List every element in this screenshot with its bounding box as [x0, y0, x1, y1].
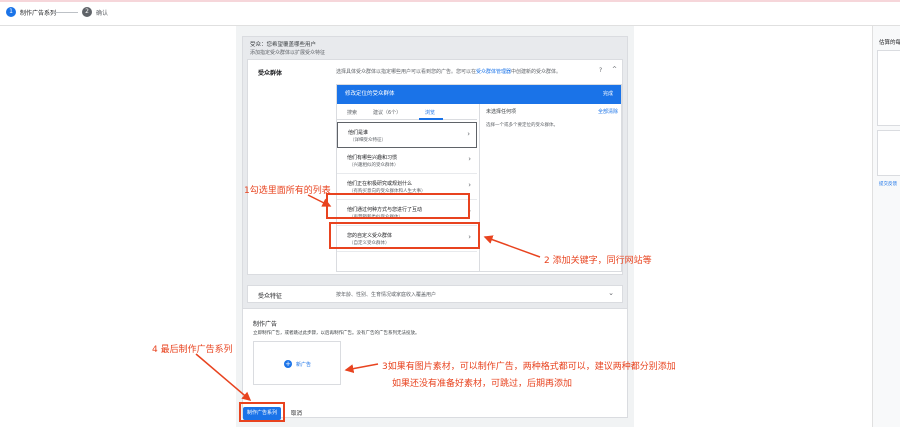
plus-icon: +	[284, 360, 292, 368]
tab-browse[interactable]: 浏览	[425, 109, 435, 116]
estimate-box	[877, 130, 900, 176]
segments-description: 选择具体受众群体以指定哪些用户可以看到您的广告。您可以在受众群体管理器中创建新的…	[336, 68, 561, 75]
item-subtitle: （详细受众特征）	[350, 138, 386, 143]
new-ad-label: 新广告	[296, 362, 312, 368]
step-label: 制作广告系列	[20, 9, 57, 17]
ads-title: 制作广告	[253, 321, 278, 328]
step-number: 2	[82, 7, 92, 17]
annotation-3-line2: 如果还没有准备好素材，可跳过，后期再添加	[392, 379, 573, 389]
demographics-description: 按年龄、性别、生育情况或家庭收入覆盖用户	[336, 292, 437, 298]
segments-desc-text: 选择具体受众群体以指定哪些用户可以看到您的广告。您可以在	[336, 69, 477, 75]
list-item-interests[interactable]: 他们有哪些兴趣和习惯 （兴趣相似的受众群体） ›	[337, 148, 477, 174]
audience-title: 受众：您希望覆盖哪些用户	[250, 42, 317, 48]
annotation-3-line1: 3如果有图片素材，可以制作广告，两种格式都可以，建议两种都分别添加	[382, 362, 676, 372]
demographics-row[interactable]: 受众特征 按年龄、性别、生育情况或家庭收入覆盖用户 ⌄	[247, 285, 623, 303]
selected-hint: 选择一个或多个要定位的受众群体。	[486, 123, 558, 128]
tab-search[interactable]: 搜索	[347, 109, 357, 116]
picker-header: 修改定位的受众群体 完成	[337, 85, 621, 104]
progress-header: 1 制作广告系列 2 确认	[0, 0, 900, 26]
cancel-button[interactable]: 取消	[291, 409, 302, 417]
step-create-campaign[interactable]: 1 制作广告系列	[6, 7, 56, 17]
segments-label: 受众群体	[258, 70, 283, 77]
done-button[interactable]: 完成	[603, 85, 613, 104]
selected-title: 未选择任何项	[486, 109, 517, 115]
clear-all-link[interactable]: 全部清除	[598, 108, 618, 115]
tab-active-indicator	[419, 118, 443, 120]
annotation-box-remarketing	[326, 193, 470, 219]
chevron-down-icon[interactable]: ⌄	[608, 289, 614, 297]
audience-manager-link[interactable]: 受众群体管理器	[476, 69, 511, 75]
estimate-sidebar: 估算的每 提交反馈	[872, 26, 900, 427]
left-blank-area	[0, 26, 236, 427]
annotation-1: 1勾选里面所有的列表	[244, 186, 331, 196]
annotation-4: 4 最后制作广告系列	[152, 345, 233, 355]
help-icon[interactable]: ?	[599, 67, 602, 74]
chevron-right-icon: ›	[468, 181, 471, 189]
list-item-who[interactable]: 他们是谁 （详细受众特征） ›	[337, 122, 477, 148]
top-accent-line	[0, 0, 900, 2]
estimate-box	[877, 50, 900, 126]
sidebar-title: 估算的每	[879, 40, 900, 46]
step-separator	[54, 12, 78, 13]
collapse-icon[interactable]: ^	[612, 66, 617, 73]
item-title: 他们正在积极研究或规划什么	[347, 181, 413, 187]
step-confirm[interactable]: 2 确认	[82, 7, 108, 17]
annotation-box-create	[239, 402, 285, 422]
tab-suggestions[interactable]: 建议（6个）	[373, 109, 401, 116]
step-label: 确认	[96, 9, 109, 17]
selected-audiences-pane: 未选择任何项 全部清除 选择一个或多个要定位的受众群体。	[479, 104, 622, 272]
new-ad-button[interactable]: + 新广告	[253, 341, 341, 385]
annotation-2: 2 添加关键字，同行网站等	[544, 256, 652, 266]
segments-desc-text-2: 中创建新的受众群体。	[511, 69, 562, 75]
item-title: 他们有哪些兴趣和习惯	[347, 155, 398, 161]
chevron-right-icon: ›	[467, 130, 470, 138]
audience-subtitle: 添加指定受众群体以扩展受众特征	[250, 50, 326, 56]
feedback-link[interactable]: 提交反馈	[879, 181, 897, 187]
annotation-box-custom	[329, 222, 480, 249]
item-title: 他们是谁	[348, 130, 369, 136]
picker-title: 修改定位的受众群体	[345, 91, 395, 97]
audience-card: 受众：您希望覆盖哪些用户 添加指定受众群体以扩展受众特征 受众群体 选择具体受众…	[242, 36, 628, 324]
step-number: 1	[6, 7, 16, 17]
picker-tabs: 搜索 建议（6个） 浏览	[337, 104, 477, 120]
chevron-right-icon: ›	[468, 155, 471, 163]
demographics-label: 受众特征	[258, 293, 283, 300]
audience-heading: 受众：您希望覆盖哪些用户 添加指定受众群体以扩展受众特征	[250, 41, 325, 57]
item-subtitle: （兴趣相似的受众群体）	[349, 163, 399, 168]
ads-description: 立即制作广告，或者跳过此步骤，以后再制作广告。没有广告的广告系列无法投放。	[253, 331, 420, 336]
